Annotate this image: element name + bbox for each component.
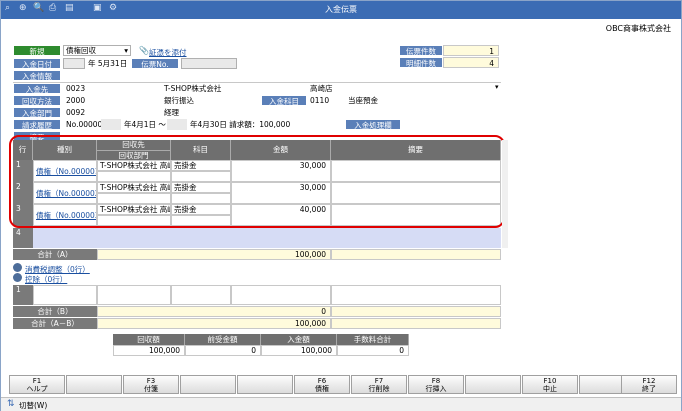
entry-info-label: 入金情報 <box>13 70 61 81</box>
window-title: 入金伝票 <box>325 5 357 14</box>
attach-evidence-link[interactable]: 証憑を添付 <box>149 47 187 58</box>
summary-entry-value: 100,000 <box>261 345 337 356</box>
title-bar: ⌕ ⊕ 🔍 ⎙ ▤ ▣ ⚙ 入金伝票 <box>1 1 681 19</box>
deduct-row-subject[interactable] <box>171 285 231 305</box>
chevron-down-icon[interactable] <box>13 263 22 272</box>
f12-exit-button[interactable]: F12 終了 <box>621 375 677 394</box>
slip-count: 1 <box>443 45 499 56</box>
total-a-label: 合計（A） <box>13 249 97 260</box>
method-label: 回収方法 <box>13 95 61 106</box>
method-name: 銀行振込 <box>164 96 194 105</box>
summary-entry-header: 入金額 <box>261 334 337 345</box>
entry-date-label: 入金日付 <box>13 58 61 69</box>
total-a-memo <box>331 249 501 260</box>
status-bar: ⇅ 切替(W) <box>1 397 681 411</box>
invoice-history-label: 請求履歴 <box>13 119 61 130</box>
summary-advance-value: 0 <box>185 345 261 356</box>
entry-date-value[interactable]: 年 5月31日 <box>85 58 133 69</box>
company-name: OBC商事株式会社 <box>605 24 671 33</box>
total-b-label: 合計（B） <box>13 306 97 317</box>
payer-branch: 高崎店 <box>310 84 333 93</box>
f8-insert-row-button[interactable]: F8 行挿入 <box>408 375 464 394</box>
payer-name: T-SHOP株式会社 <box>164 84 222 93</box>
chevron-down-icon[interactable]: ▾ <box>495 83 499 91</box>
entry-process-button[interactable]: 入金処理欄 <box>345 119 401 130</box>
deduct-row-to[interactable] <box>97 285 171 305</box>
total-b-value: 0 <box>97 306 331 317</box>
detail-count-label: 明細件数 <box>399 57 443 68</box>
total-ab-label: 合計（A－B） <box>13 318 97 329</box>
slip-no-field[interactable] <box>181 58 237 69</box>
f9-button[interactable] <box>465 375 521 394</box>
slip-count-label: 伝票件数 <box>399 45 443 56</box>
table-row-empty[interactable] <box>33 228 501 248</box>
toggle-icon[interactable]: ⇅ <box>7 399 15 409</box>
invoice-year-2 <box>167 119 187 130</box>
row-number: 4 <box>13 228 33 248</box>
f5-button[interactable] <box>237 375 293 394</box>
f3-sticky-button[interactable]: F3 付箋 <box>123 375 179 394</box>
summary-collect-value: 100,000 <box>113 345 185 356</box>
highlight-frame <box>9 135 505 228</box>
summary-collect-header: 回収額 <box>113 334 185 345</box>
deduct-row-memo[interactable] <box>331 285 501 305</box>
slip-type-select[interactable]: 債権回収 ▾ <box>63 45 131 56</box>
invoice-period-end: 年4月30日 請求額：100,000 <box>190 120 291 129</box>
summary-fee-header: 手数料合計 <box>337 334 409 345</box>
total-b-memo <box>331 306 501 317</box>
window: ⌕ ⊕ 🔍 ⎙ ▤ ▣ ⚙ 入金伝票 OBC商事株式会社 新規 債権回収 ▾ 📎 … <box>0 0 682 411</box>
account-name: 当座預金 <box>348 96 378 105</box>
f2-button[interactable] <box>66 375 122 394</box>
dept-label: 入金部門 <box>13 107 61 118</box>
f10-cancel-button[interactable]: F10 中止 <box>522 375 578 394</box>
chevron-down-icon: ▾ <box>124 46 128 55</box>
new-label: 新規 <box>13 45 61 56</box>
payer-code[interactable]: 0023 <box>63 83 85 94</box>
toggle-button[interactable]: 切替(W) <box>19 400 47 411</box>
deduct-row-kind[interactable] <box>33 285 97 305</box>
grid-scrollbar[interactable] <box>502 140 508 248</box>
divider <box>13 82 501 83</box>
f7-delete-row-button[interactable]: F7 行削除 <box>351 375 407 394</box>
invoice-period-start: 年4月1日 ～ <box>124 120 166 129</box>
f1-help-button[interactable]: F1 ヘルプ <box>9 375 65 394</box>
chevron-down-icon[interactable] <box>13 273 22 282</box>
summary-advance-header: 前受金額 <box>185 334 261 345</box>
dept-name: 経理 <box>164 108 179 117</box>
entry-date-year-field[interactable] <box>63 58 85 69</box>
total-ab-memo <box>331 318 501 329</box>
total-a-value: 100,000 <box>97 249 331 260</box>
account-code[interactable]: 0110 <box>307 95 329 106</box>
deduct-link[interactable]: 控除（0行） <box>25 274 67 285</box>
slip-no-label: 伝票No. <box>131 58 179 69</box>
row-number: 1 <box>13 285 33 305</box>
total-ab-value: 100,000 <box>97 318 331 329</box>
payer-label: 入金先 <box>13 83 61 94</box>
summary-fee-value: 0 <box>337 345 409 356</box>
dept-code[interactable]: 0092 <box>63 107 85 118</box>
attach-icon[interactable]: 📎 <box>139 46 149 55</box>
detail-count: 4 <box>443 57 499 68</box>
f4-button[interactable] <box>180 375 236 394</box>
method-code[interactable]: 2000 <box>63 95 85 106</box>
account-label: 入金科目 <box>261 95 307 106</box>
f6-receivable-button[interactable]: F6 債権 <box>294 375 350 394</box>
invoice-year-1 <box>101 119 121 130</box>
deduct-row-amount[interactable] <box>231 285 331 305</box>
